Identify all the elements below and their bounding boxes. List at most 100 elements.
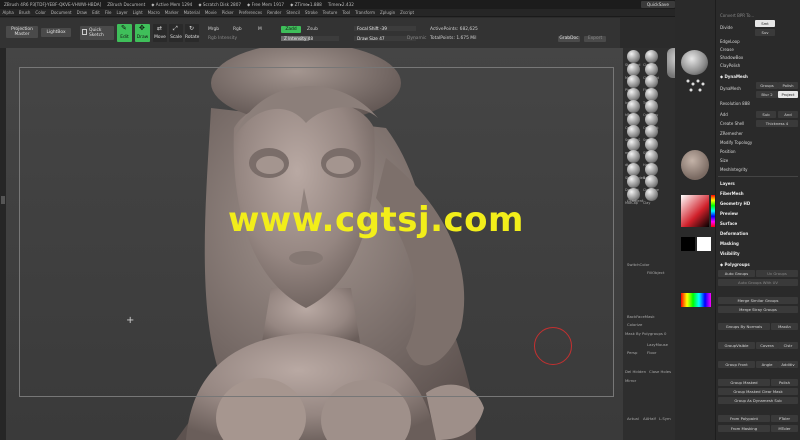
deformation-header[interactable]: Deformation [718,230,748,237]
brush-flatten[interactable] [645,75,658,88]
switch-color-button[interactable]: SwitchColor [627,262,649,267]
menu-layer[interactable]: Layer [117,10,128,15]
tray-handle[interactable] [1,196,5,204]
actual-button[interactable]: Actual [627,416,639,421]
menu-preferences[interactable]: Preferences [239,10,263,15]
edit-button[interactable]: ✎ Edit [117,24,132,42]
active-tool-preview[interactable] [681,50,708,75]
polish-slider[interactable]: Polish [771,379,798,386]
menu-movie[interactable]: Movie [205,10,217,15]
brush-skinshade4[interactable] [627,162,640,176]
rotate-button[interactable]: ↻ Rotate [185,24,199,42]
coverage-slider[interactable]: Covera [756,342,778,349]
group-visible-button[interactable]: GroupVisible [718,342,755,349]
quicksave-button[interactable]: QuickSave [640,1,675,8]
menu-marker[interactable]: Marker [165,10,179,15]
lsym-button[interactable]: L.Sym [659,416,671,421]
menu-stencil[interactable]: Stencil [286,10,300,15]
sub-button[interactable]: Sub [756,111,776,118]
from-polypaint-button[interactable]: From Polypaint [718,415,770,422]
main-color-swatch[interactable] [681,237,695,251]
brush-orb-flatt[interactable] [645,112,658,126]
brush-ss-cre[interactable] [645,137,658,151]
floor-button[interactable]: Floor [647,350,656,355]
create-shell-button[interactable]: Create Shell [718,120,744,127]
brush-chrcurve[interactable] [645,175,658,188]
modify-topology-header[interactable]: Modify Topology [718,139,752,146]
mirror-button[interactable]: Mirror [625,378,636,383]
groups-toggle[interactable]: Groups [756,82,778,89]
clstr-slider[interactable]: Clstr [778,342,798,349]
merge-similar-groups-button[interactable]: Merge Similar Groups [718,297,798,304]
visibility-header[interactable]: Visibility [718,250,740,257]
auto-groups-uv-button[interactable]: Auto Groups With UV [718,279,798,286]
mtoler-slider[interactable]: MToler [771,425,798,432]
lightbox-button[interactable]: LightBox [41,28,71,37]
size-header[interactable]: Size [718,157,728,164]
and-button[interactable]: And [778,111,798,118]
menu-file[interactable]: File [105,10,112,15]
move-button[interactable]: ⇄ Move [153,24,167,42]
shadowbox-button[interactable]: ShadowBox [718,54,743,61]
angle-slider[interactable]: Angle [756,361,778,368]
quick-sketch-button[interactable]: Quick Sketch [80,26,114,40]
gradient-toggle[interactable]: Gradient [627,198,644,203]
secondary-color-swatch[interactable] [697,237,711,251]
divide-button[interactable]: Divide [718,24,733,31]
aahalf-button[interactable]: AAHalf [643,416,656,421]
brush-move[interactable] [627,62,640,76]
menu-material[interactable]: Material [184,10,200,15]
blur-slider[interactable]: Blur 2 [756,91,778,98]
brush-standard[interactable] [627,50,640,63]
export-button[interactable]: Export [584,36,606,42]
brush-clay[interactable] [645,187,658,201]
meshintegrity-header[interactable]: MeshIntegrity [718,166,748,173]
brush-hair[interactable] [645,150,658,163]
group-masked-button[interactable]: Group Masked [718,379,770,386]
brush-dt-sub[interactable] [627,150,640,163]
brush-hpolish[interactable] [627,100,640,113]
rgb-intensity-slider[interactable]: Rgb Intensity [208,36,237,41]
brush-smooths[interactable] [627,125,640,138]
position-header[interactable]: Position [718,148,736,155]
smt-toggle[interactable]: Smt [755,20,775,27]
brush-orb-clay[interactable] [645,100,658,113]
additive-toggle[interactable]: Additiv [778,361,798,368]
brush-trimdyn[interactable] [645,87,658,101]
projection-master-button[interactable]: Projection Master [6,26,38,38]
group-masked-clear-mask-button[interactable]: Group Masked Clear Mask [718,388,798,395]
dynamesh-button[interactable]: DynaMesh [718,85,741,92]
suv-toggle[interactable]: Suv [755,29,775,36]
menu-macro[interactable]: Macro [148,10,160,15]
rgb-toggle[interactable]: Rgb [233,27,242,32]
close-holes-button[interactable]: Close Holes [649,369,671,374]
claypolish-button[interactable]: ClayPolish [718,62,740,69]
brush-claybuild[interactable] [645,62,658,76]
material-preview[interactable] [681,150,709,180]
del-hidden-button[interactable]: Del Hidden [625,369,646,374]
surface-header[interactable]: Surface [718,220,737,227]
from-masking-button[interactable]: From Masking [718,425,770,432]
brush-basic[interactable] [645,162,658,176]
menu-draw[interactable]: Draw [77,10,87,15]
fibermesh-header[interactable]: FiberMesh [718,190,744,197]
crease-button[interactable]: Crease [718,46,734,53]
menu-color[interactable]: Color [35,10,45,15]
m-toggle[interactable]: M [258,27,262,32]
menu-alpha[interactable]: Alpha [3,10,14,15]
masking-header[interactable]: Masking [718,240,739,247]
brush-smooth[interactable] [645,125,658,138]
menu-tool[interactable]: Tool [342,10,350,15]
persp-button[interactable]: Persp [627,350,637,355]
menu-brush[interactable]: Brush [19,10,31,15]
add-button[interactable]: Add [718,111,728,118]
maxangle-slider[interactable]: MaxAn [771,323,798,330]
menu-light[interactable]: Light [133,10,143,15]
brush-msh-wf[interactable] [627,137,640,151]
dynamesh-header[interactable]: ◆ DynaMesh [718,73,748,80]
menu-picker[interactable]: Picker [222,10,234,15]
mask-by-polygroups-slider[interactable]: Mask By Polygroups 0 [625,331,666,336]
menu-stroke[interactable]: Stroke [305,10,318,15]
colorize-toggle[interactable]: Colorize [627,322,642,327]
edgeloop-button[interactable]: EdgeLoop [718,38,740,45]
